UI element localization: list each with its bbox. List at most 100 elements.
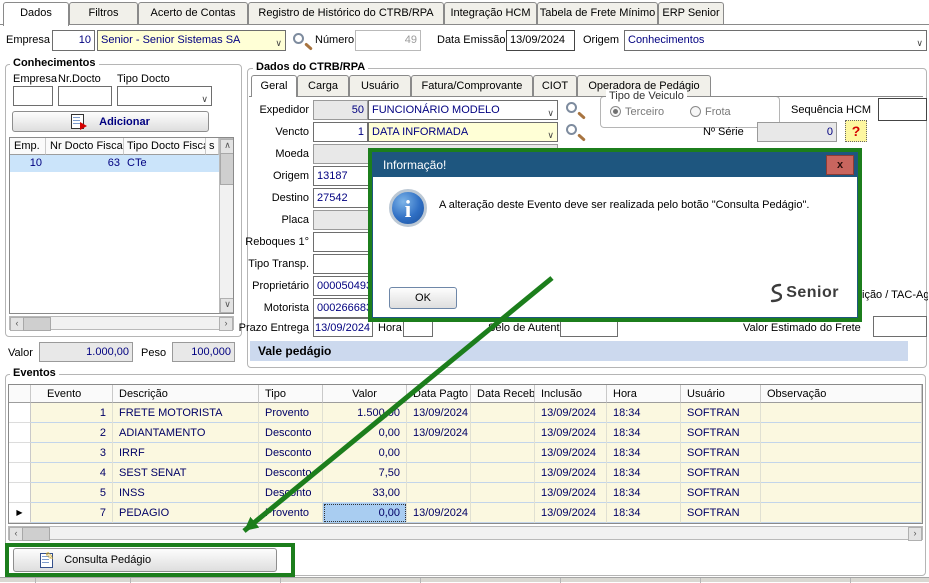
expedidor-search-icon[interactable] xyxy=(566,102,577,113)
grid-cell[interactable]: PEDAGIO xyxy=(113,503,259,523)
origem-combo[interactable]: Conhecimentos ∨ xyxy=(624,30,927,51)
grid-cell[interactable]: SOFTRAN xyxy=(681,503,761,523)
expedidor-code-field[interactable]: 50 xyxy=(313,100,368,120)
grid-cell[interactable] xyxy=(471,483,535,503)
terceiro-radio[interactable] xyxy=(610,106,621,117)
grid-cell[interactable]: 7 xyxy=(31,503,113,523)
eventos-grid[interactable]: EventoDescriçãoTipoValorData PagtoData R… xyxy=(8,384,923,524)
grid-cell[interactable] xyxy=(471,403,535,423)
tab-filtros[interactable]: Filtros xyxy=(69,2,138,25)
tab-erp-senior[interactable]: ERP Senior xyxy=(658,2,724,25)
help-button[interactable]: ? xyxy=(845,120,867,142)
conhecimentos-hscrollbar[interactable]: ‹ › xyxy=(9,316,234,330)
con-empresa-field[interactable] xyxy=(13,86,53,106)
data-emissao-field[interactable]: 13/09/2024 xyxy=(506,30,575,51)
grid-cell[interactable]: SOFTRAN xyxy=(681,423,761,443)
grid-cell[interactable]: 18:34 xyxy=(607,503,681,523)
grid-cell[interactable]: ADIANTAMENTO xyxy=(113,423,259,443)
grid-cell[interactable] xyxy=(407,483,471,503)
grid-cell[interactable] xyxy=(761,503,922,523)
frota-radio[interactable] xyxy=(690,106,701,117)
vencto-combo[interactable]: DATA INFORMADA ∨ xyxy=(368,122,558,142)
tab-tabela-frete-minimo[interactable]: Tabela de Frete Mínimo xyxy=(537,2,658,25)
grid-cell[interactable]: 10 xyxy=(10,157,42,169)
tab-acerto-de-contas[interactable]: Acerto de Contas xyxy=(138,2,248,25)
grid-cell[interactable]: 13/09/2024 xyxy=(535,483,607,503)
grid-cell[interactable]: Desconto xyxy=(259,463,323,483)
scroll-left-icon[interactable]: ‹ xyxy=(9,527,23,541)
grid-cell[interactable]: 18:34 xyxy=(607,423,681,443)
grid-cell[interactable]: 13/09/2024 xyxy=(407,403,471,423)
grid-cell[interactable] xyxy=(761,463,922,483)
tab-integracao-hcm[interactable]: Integração HCM xyxy=(444,2,537,25)
grid-cell[interactable]: 33,00 xyxy=(323,483,407,503)
con-tipodocto-combo[interactable]: ∨ xyxy=(117,86,212,106)
grid-cell[interactable]: 4 xyxy=(31,463,113,483)
vencto-search-icon[interactable] xyxy=(566,124,577,135)
adicionar-button[interactable]: Adicionar xyxy=(12,111,209,132)
tab-carga[interactable]: Carga xyxy=(297,75,349,96)
tab-dados[interactable]: Dados xyxy=(3,2,69,26)
grid-cell[interactable]: 0,00 xyxy=(323,443,407,463)
grid-cell[interactable]: IRRF xyxy=(113,443,259,463)
grid-cell[interactable]: SOFTRAN xyxy=(681,463,761,483)
grid-cell[interactable]: 18:34 xyxy=(607,463,681,483)
grid-cell[interactable] xyxy=(761,483,922,503)
eventos-hscrollbar[interactable]: ‹ › xyxy=(8,526,923,540)
grid-cell[interactable]: 3 xyxy=(31,443,113,463)
grid-cell[interactable] xyxy=(471,443,535,463)
grid-cell[interactable] xyxy=(471,423,535,443)
grid-cell[interactable]: SOFTRAN xyxy=(681,483,761,503)
grid-cell[interactable] xyxy=(407,443,471,463)
grid-cell[interactable]: 13/09/2024 xyxy=(535,463,607,483)
grid-cell[interactable] xyxy=(471,503,535,523)
grid-cell[interactable]: SOFTRAN xyxy=(681,443,761,463)
conhecimentos-grid[interactable]: Emp. Nr Docto Fiscal Tipo Docto Fiscal s… xyxy=(9,137,234,314)
grid-cell[interactable] xyxy=(761,403,922,423)
frete-estimado-field[interactable] xyxy=(873,316,927,337)
ok-button[interactable]: OK xyxy=(389,287,457,309)
sequencia-hcm-field[interactable] xyxy=(878,98,927,121)
grid-cell[interactable]: 18:34 xyxy=(607,443,681,463)
grid-cell[interactable]: 18:34 xyxy=(607,403,681,423)
grid-cell[interactable]: 18:34 xyxy=(607,483,681,503)
grid-cell[interactable]: CTe xyxy=(127,157,205,169)
search-icon[interactable] xyxy=(293,33,304,44)
grid-cell[interactable]: 0,00 xyxy=(323,503,407,523)
grid-cell[interactable] xyxy=(407,463,471,483)
grid-cell[interactable]: SOFTRAN xyxy=(681,403,761,423)
grid-cell[interactable]: 13/09/2024 xyxy=(407,503,471,523)
empresa-code-field[interactable]: 10 xyxy=(52,30,95,51)
grid-cell[interactable]: Desconto xyxy=(259,423,323,443)
vencto-code-field[interactable]: 1 xyxy=(313,122,368,142)
grid-cell[interactable]: 7,50 xyxy=(323,463,407,483)
tab-geral[interactable]: Geral xyxy=(251,75,297,97)
grid-cell[interactable]: 0,00 xyxy=(323,423,407,443)
con-nrdocto-field[interactable] xyxy=(58,86,112,106)
scroll-down-icon[interactable]: ∨ xyxy=(220,298,234,313)
grid-cell[interactable]: 5 xyxy=(31,483,113,503)
tab-ciot[interactable]: CIOT xyxy=(533,75,577,96)
scroll-right-icon[interactable]: › xyxy=(908,527,922,541)
scroll-left-icon[interactable]: ‹ xyxy=(10,317,24,331)
grid-cell[interactable]: 1 xyxy=(31,403,113,423)
grid-cell[interactable] xyxy=(761,423,922,443)
vertical-scrollbar[interactable]: ∧ ∨ xyxy=(219,138,234,314)
scroll-up-icon[interactable]: ∧ xyxy=(220,139,234,154)
grid-cell[interactable] xyxy=(761,443,922,463)
tab-usuario[interactable]: Usuário xyxy=(349,75,411,96)
dialog-close-button[interactable]: x xyxy=(826,155,854,175)
grid-cell[interactable]: INSS xyxy=(113,483,259,503)
grid-cell[interactable]: 1.500,00 xyxy=(323,403,407,423)
grid-cell[interactable]: 13/09/2024 xyxy=(535,503,607,523)
tab-registro-historico[interactable]: Registro de Histórico do CTRB/RPA xyxy=(248,2,444,25)
prazo-entrega-field[interactable]: 13/09/2024 xyxy=(313,318,373,337)
grid-cell[interactable]: 13/09/2024 xyxy=(535,423,607,443)
grid-cell[interactable]: Desconto xyxy=(259,483,323,503)
empresa-name-combo[interactable]: Senior - Senior Sistemas SA ∨ xyxy=(97,30,286,51)
grid-cell[interactable]: Desconto xyxy=(259,443,323,463)
grid-cell[interactable]: 63 xyxy=(46,157,120,169)
expedidor-combo[interactable]: FUNCIONÁRIO MODELO ∨ xyxy=(368,100,558,120)
tab-fatura-comprovante[interactable]: Fatura/Comprovante xyxy=(411,75,533,96)
grid-cell[interactable]: 13/09/2024 xyxy=(535,403,607,423)
